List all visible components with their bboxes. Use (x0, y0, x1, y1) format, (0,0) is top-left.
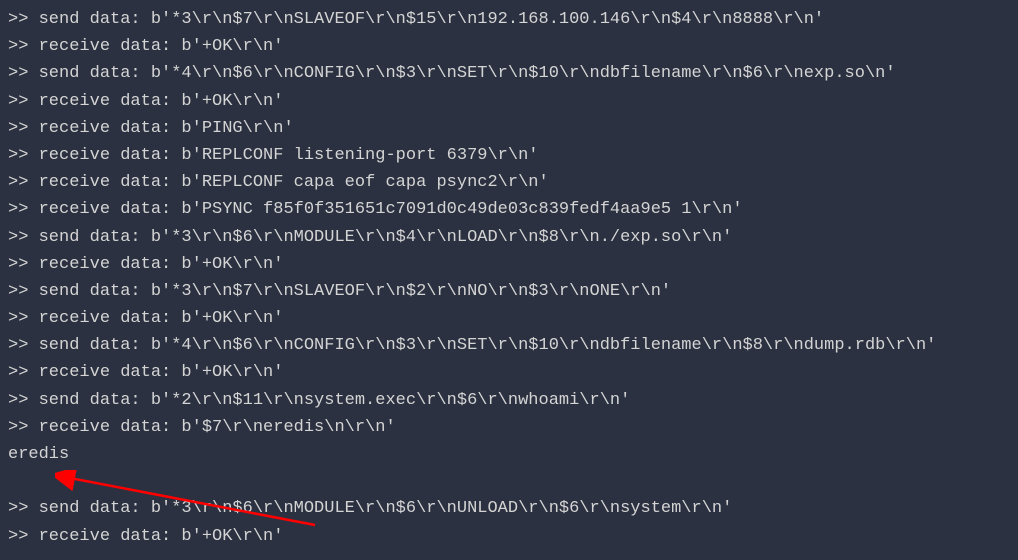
terminal-line-eredis: eredis (8, 441, 1010, 468)
terminal-line: >> receive data: b'+OK\r\n' (8, 523, 1010, 550)
terminal-line: >> send data: b'*3\r\n$6\r\nMODULE\r\n$6… (8, 495, 1010, 522)
terminal-line: >> send data: b'*4\r\n$6\r\nCONFIG\r\n$3… (8, 332, 1010, 359)
terminal-line: >> send data: b'*2\r\n$11\r\nsystem.exec… (8, 387, 1010, 414)
terminal-line: >> receive data: b'PING\r\n' (8, 115, 1010, 142)
terminal-line: >> send data: b'*4\r\n$6\r\nCONFIG\r\n$3… (8, 60, 1010, 87)
terminal-line: >> receive data: b'REPLCONF listening-po… (8, 142, 1010, 169)
terminal-line: >> receive data: b'REPLCONF capa eof cap… (8, 169, 1010, 196)
terminal-line: >> receive data: b'$7\r\neredis\n\r\n' (8, 414, 1010, 441)
terminal-line: >> receive data: b'+OK\r\n' (8, 359, 1010, 386)
terminal-line: >> send data: b'*3\r\n$7\r\nSLAVEOF\r\n$… (8, 6, 1010, 33)
terminal-line-empty (8, 468, 1010, 495)
terminal-line: >> send data: b'*3\r\n$7\r\nSLAVEOF\r\n$… (8, 278, 1010, 305)
terminal-line: >> receive data: b'+OK\r\n' (8, 33, 1010, 60)
terminal-line: >> receive data: b'+OK\r\n' (8, 305, 1010, 332)
terminal-line: >> receive data: b'+OK\r\n' (8, 251, 1010, 278)
terminal-line: >> receive data: b'PSYNC f85f0f351651c70… (8, 196, 1010, 223)
terminal-line: >> send data: b'*3\r\n$6\r\nMODULE\r\n$4… (8, 224, 1010, 251)
terminal-line: >> receive data: b'+OK\r\n' (8, 88, 1010, 115)
terminal-output: >> send data: b'*3\r\n$7\r\nSLAVEOF\r\n$… (8, 6, 1010, 550)
